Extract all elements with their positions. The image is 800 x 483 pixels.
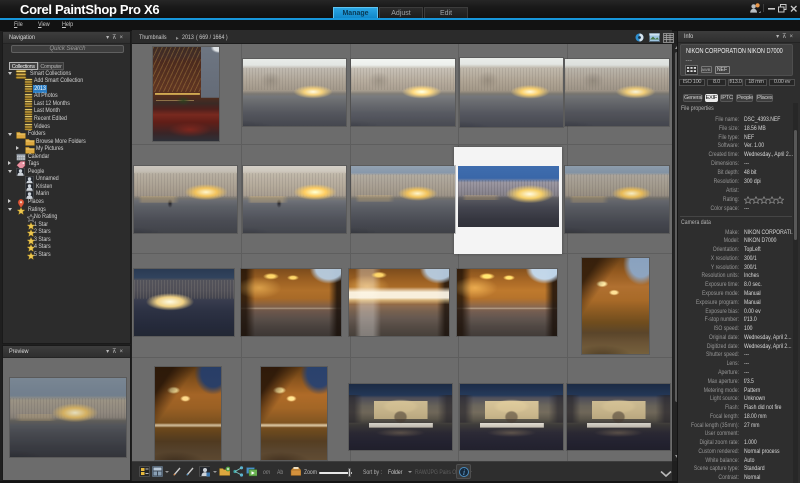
svg-text:i: i [463, 467, 465, 476]
